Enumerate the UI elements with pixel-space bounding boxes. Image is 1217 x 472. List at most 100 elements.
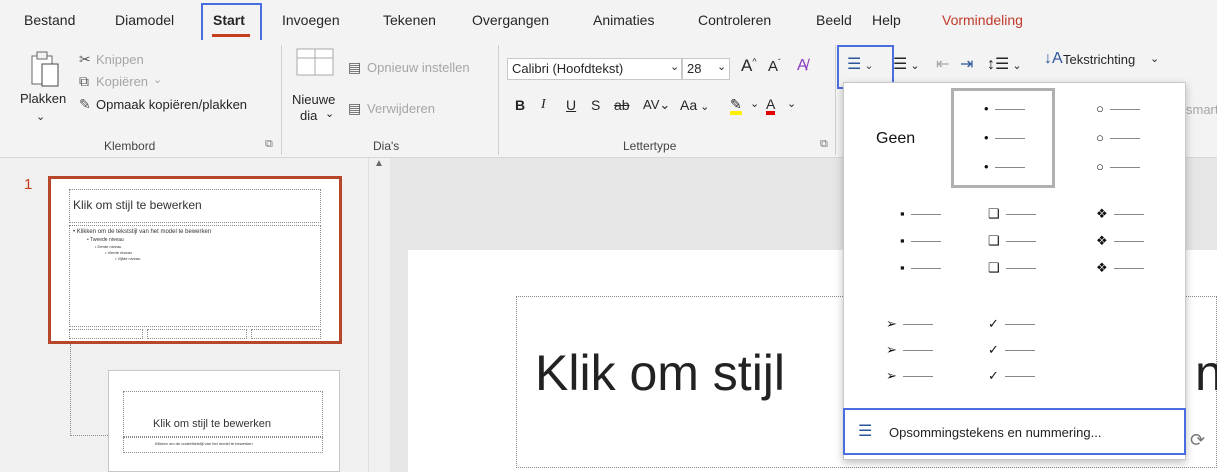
- bullet-dot: •: [984, 130, 1025, 145]
- bullet-check: ✓: [988, 342, 1035, 358]
- group-separator: [498, 45, 499, 155]
- bullet-circle: ○: [1096, 101, 1140, 116]
- scissors-icon: ✂: [79, 51, 91, 67]
- cut-button[interactable]: Knippen: [96, 52, 144, 67]
- new-slide-chevron-icon[interactable]: ⌄: [325, 107, 334, 120]
- highlight-chevron-icon[interactable]: ⌄: [750, 97, 759, 110]
- layout-connector: [70, 435, 108, 436]
- line-spacing-icon[interactable]: ↕☰ ⌄: [987, 54, 1022, 74]
- bullet-square: ▪: [900, 206, 941, 221]
- thumb-line-2: • Tweede niveau: [87, 237, 124, 243]
- delete-slide-button[interactable]: Verwijderen: [367, 101, 435, 116]
- copy-chevron-icon[interactable]: ⌄: [153, 73, 162, 86]
- tab-animaties[interactable]: Animaties: [593, 12, 654, 28]
- slides-group-label: Dia's: [373, 139, 400, 153]
- thumb-title: Klik om stijl te bewerken: [73, 198, 202, 212]
- thumbnail-scrollbar[interactable]: ▲: [368, 158, 390, 472]
- bullet-style-check[interactable]: ✓ ✓ ✓: [958, 306, 1062, 406]
- text-direction-chevron-icon[interactable]: ⌄: [1150, 52, 1159, 65]
- copy-button[interactable]: Kopiëren: [96, 74, 148, 89]
- bullets-and-numbering-label: Opsommingstekens en nummering...: [889, 425, 1102, 440]
- bold-icon[interactable]: B: [515, 97, 525, 113]
- tab-vormindeling[interactable]: Vormindeling: [942, 12, 1023, 28]
- font-launcher-icon[interactable]: ⧉: [820, 138, 828, 151]
- font-color-chevron-icon[interactable]: ⌄: [787, 97, 796, 110]
- paste-dropdown-chevron-icon[interactable]: ⌄: [36, 110, 45, 123]
- highlight-color-icon[interactable]: ✎: [730, 97, 742, 115]
- bullet-circle: ○: [1096, 130, 1140, 145]
- bullet-style-hollow-square[interactable]: ❑ ❑ ❑: [958, 196, 1062, 296]
- bullet-diamond: ❖: [1096, 233, 1144, 249]
- text-direction-button[interactable]: Tekstrichting: [1063, 52, 1135, 67]
- bullet-box: ❑: [988, 260, 1036, 276]
- font-color-icon[interactable]: A: [766, 97, 776, 115]
- clipboard-launcher-icon[interactable]: ⧉: [265, 138, 273, 151]
- paste-label[interactable]: Plakken: [20, 91, 66, 106]
- layout-connector: [70, 344, 71, 436]
- thumb2-title: Klik om stijl te bewerken: [153, 418, 271, 430]
- bullet-square: ▪: [900, 233, 941, 248]
- reset-icon: ▤: [348, 59, 362, 75]
- new-slide-label-2[interactable]: dia: [300, 108, 317, 123]
- delete-slide-icon: ▤: [348, 100, 362, 116]
- bullet-arrow: ➢: [886, 342, 933, 358]
- italic-icon[interactable]: I: [541, 97, 546, 113]
- tab-help[interactable]: Help: [872, 12, 901, 28]
- bullet-diamond: ❖: [1096, 260, 1144, 276]
- increase-indent-icon[interactable]: ⇥: [960, 54, 973, 74]
- new-slide-label-1[interactable]: Nieuwe: [292, 92, 335, 107]
- font-size-chevron-icon[interactable]: ⌄: [717, 60, 726, 73]
- clear-formatting-icon[interactable]: A̸: [797, 57, 808, 75]
- scroll-up-icon[interactable]: ▲: [374, 158, 384, 169]
- slide-number: 1: [24, 176, 33, 193]
- rotate-handle-icon[interactable]: ⟳: [1190, 430, 1205, 451]
- bullet-arrow: ➢: [886, 316, 933, 332]
- tab-start[interactable]: Start: [213, 12, 245, 28]
- bullet-style-hollow-round[interactable]: ○ ○ ○: [1066, 88, 1170, 188]
- tab-bestand[interactable]: Bestand: [24, 12, 75, 28]
- underline-icon[interactable]: U: [566, 97, 576, 113]
- format-painter-icon: ✎: [79, 96, 91, 112]
- tab-overgangen[interactable]: Overgangen: [472, 12, 549, 28]
- grow-font-icon[interactable]: A^: [741, 56, 757, 76]
- ribbon-tabs: Bestand Diamodel Start Invoegen Tekenen …: [0, 0, 1217, 40]
- smartart-label-partial[interactable]: smart: [1186, 102, 1217, 117]
- character-spacing-icon[interactable]: AV⌄: [643, 97, 670, 113]
- group-separator: [835, 45, 836, 155]
- strikethrough-icon[interactable]: ab: [614, 97, 630, 113]
- bullet-check: ✓: [988, 316, 1035, 332]
- tab-controleren[interactable]: Controleren: [698, 12, 771, 28]
- change-case-icon[interactable]: Aa ⌄: [680, 97, 709, 113]
- reset-button[interactable]: Opnieuw instellen: [367, 60, 470, 75]
- tab-invoegen[interactable]: Invoegen: [282, 12, 340, 28]
- bullet-box: ❑: [988, 206, 1036, 222]
- font-name-combo[interactable]: Calibri (Hoofdtekst): [507, 58, 682, 80]
- bullet-style-diamond-cluster[interactable]: ❖ ❖ ❖: [1066, 196, 1170, 296]
- thumb-footer-number: [251, 329, 321, 339]
- bullet-box: ❑: [988, 233, 1036, 249]
- font-group-label: Lettertype: [623, 139, 677, 153]
- gallery-divider: [846, 408, 1184, 409]
- bullet-style-filled-round[interactable]: • • •: [951, 88, 1055, 188]
- format-painter-button[interactable]: Opmaak kopiëren/plakken: [96, 97, 247, 112]
- font-name-chevron-icon[interactable]: ⌄: [670, 60, 679, 73]
- paste-icon[interactable]: [30, 50, 60, 88]
- tab-diamodel[interactable]: Diamodel: [115, 12, 174, 28]
- slide-thumbnail-layout[interactable]: Klik om stijl te bewerken Klikken om de …: [108, 370, 340, 472]
- bullets-none-option[interactable]: Geen: [876, 130, 915, 148]
- new-slide-icon[interactable]: [296, 48, 334, 84]
- decrease-indent-icon[interactable]: ⇤: [936, 54, 949, 74]
- thumb2-subtitle: Klikken om de ondertitelstijl van het mo…: [155, 441, 253, 446]
- thumb-footer-text: [147, 329, 247, 339]
- change-case-label: Aa: [680, 97, 698, 113]
- bullet-style-arrow[interactable]: ➢ ➢ ➢: [858, 306, 962, 406]
- tab-beeld[interactable]: Beeld: [816, 12, 852, 28]
- tab-tekenen[interactable]: Tekenen: [383, 12, 436, 28]
- shadow-icon[interactable]: S: [591, 97, 600, 113]
- font-name-value: Calibri (Hoofdtekst): [512, 61, 624, 76]
- bullets-icon[interactable]: ☰ ⌄: [847, 54, 874, 74]
- shrink-font-icon[interactable]: Aˇ: [768, 58, 781, 75]
- font-size-value: 28: [687, 61, 702, 76]
- numbering-icon[interactable]: ☰ ⌄: [893, 54, 920, 74]
- slide-thumbnail-1[interactable]: Klik om stijl te bewerken • Klikken om d…: [48, 176, 342, 344]
